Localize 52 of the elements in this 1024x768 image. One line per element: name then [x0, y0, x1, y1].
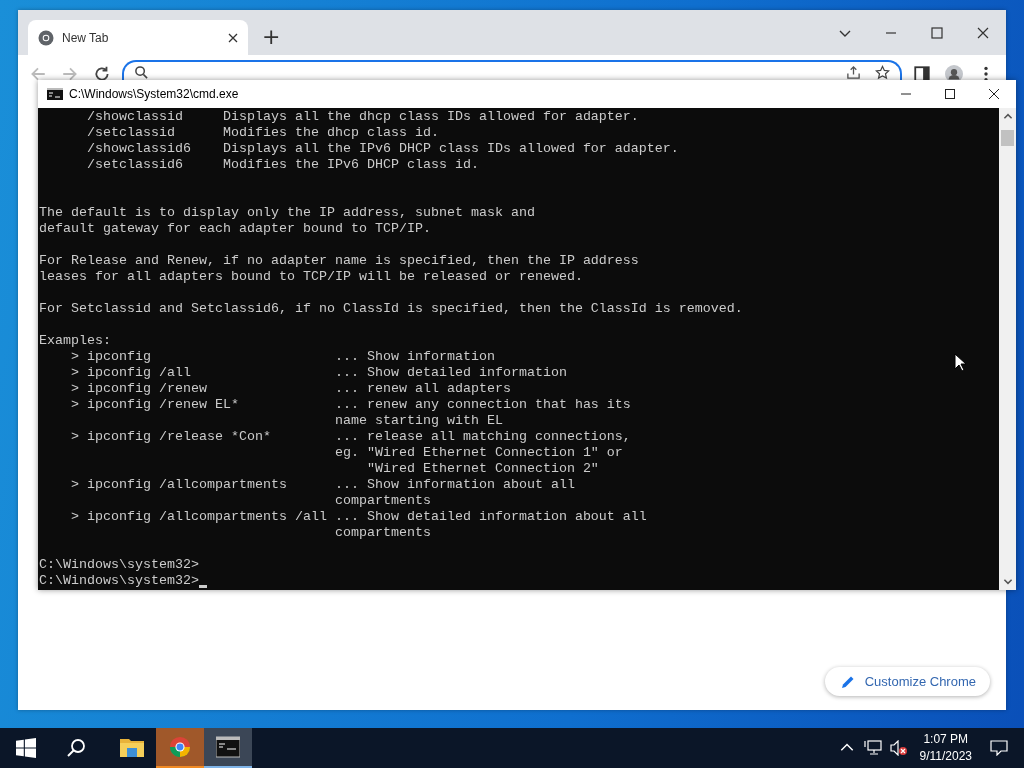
console-line: eg. "Wired Ethernet Connection 1" or: [333, 445, 623, 461]
console-icon: [47, 88, 63, 100]
console-line: > ipconfig /renew EL* ... renew any connection that has its: [70, 397, 631, 413]
console-line: compartments: [333, 493, 431, 509]
console-line: /setclassid Modifies the dhcp class id.: [86, 125, 439, 141]
console-line: /setclassid6 Modifies the IPv6 DHCP class id.: [86, 157, 479, 173]
console-line: For Release and Renew, if no adapter name is specified, then the IP address: [39, 253, 639, 269]
console-line: Examples:: [39, 333, 111, 349]
maximize-icon[interactable]: [943, 87, 957, 101]
console-line: > ipconfig /allcompartments ... Show information about all: [70, 477, 575, 493]
browser-tab[interactable]: New Tab: [28, 20, 248, 55]
text-cursor: [198, 585, 207, 588]
close-tab-icon[interactable]: [228, 32, 238, 43]
console-line: default gateway for each adapter bound to TCP/IP.: [39, 221, 431, 237]
console-line: name starting with EL: [333, 413, 503, 429]
search-icon: [134, 65, 149, 80]
scrollbar[interactable]: [999, 108, 1016, 590]
network-icon[interactable]: [863, 740, 882, 756]
notification-icon[interactable]: [990, 740, 1008, 756]
console-line: "Wired Ethernet Connection 2": [365, 461, 599, 477]
window-title: C:\Windows\System32\cmd.exe: [69, 87, 239, 101]
close-icon[interactable]: [987, 87, 1001, 101]
star-icon[interactable]: [875, 65, 890, 80]
console-line: > ipconfig /allcompartments /all ... Show detailed information about all: [70, 509, 647, 525]
console-line: /showclassid Displays all the dhcp class IDs allowed for adapter.: [86, 109, 639, 125]
console-icon: [216, 736, 240, 758]
chrome-logo-icon: [168, 736, 192, 758]
clock[interactable]: 1:07 PM 9/11/2023: [919, 731, 972, 765]
close-icon[interactable]: [976, 25, 990, 40]
muted-speaker-icon[interactable]: [889, 740, 908, 756]
console-line: For Setclassid and Setclassid6, if no ClassId is specified, then the ClassId is removed.: [39, 301, 743, 317]
pencil-icon: [840, 674, 855, 689]
console-line: compartments: [333, 525, 431, 541]
new-tab-button[interactable]: +: [256, 21, 287, 51]
console-line: > ipconfig /all ... Show detailed information: [70, 365, 567, 381]
console-line: The default is to display only the IP address, subnet mask and: [39, 205, 535, 221]
folder-icon: [120, 736, 144, 758]
customize-chrome-button[interactable]: Customize Chrome: [824, 667, 990, 696]
mouse-pointer-icon: [954, 353, 966, 372]
console-line: > ipconfig /release *Con* ... release all matching connections,: [70, 429, 631, 445]
console-line: C:\Windows\system32>: [39, 573, 199, 589]
console-line: C:\Windows\system32>: [39, 557, 199, 573]
share-icon[interactable]: [846, 65, 861, 80]
taskbar-app-button[interactable]: [204, 728, 252, 768]
clock-date: 9/11/2023: [919, 748, 972, 765]
chrome-logo-icon: [38, 29, 54, 46]
console-line: leases for all adapters bound to TCP/IP will be released or renewed.: [39, 269, 583, 285]
scroll-thumb[interactable]: [1001, 130, 1014, 146]
console-line: > ipconfig ... Show information: [70, 349, 495, 365]
console-line: > ipconfig /renew ... renew all adapters: [70, 381, 511, 397]
clock-time: 1:07 PM: [923, 731, 969, 748]
console-line: /showclassid6 Displays all the IPv6 DHCP class IDs allowed for adapter.: [86, 141, 679, 157]
